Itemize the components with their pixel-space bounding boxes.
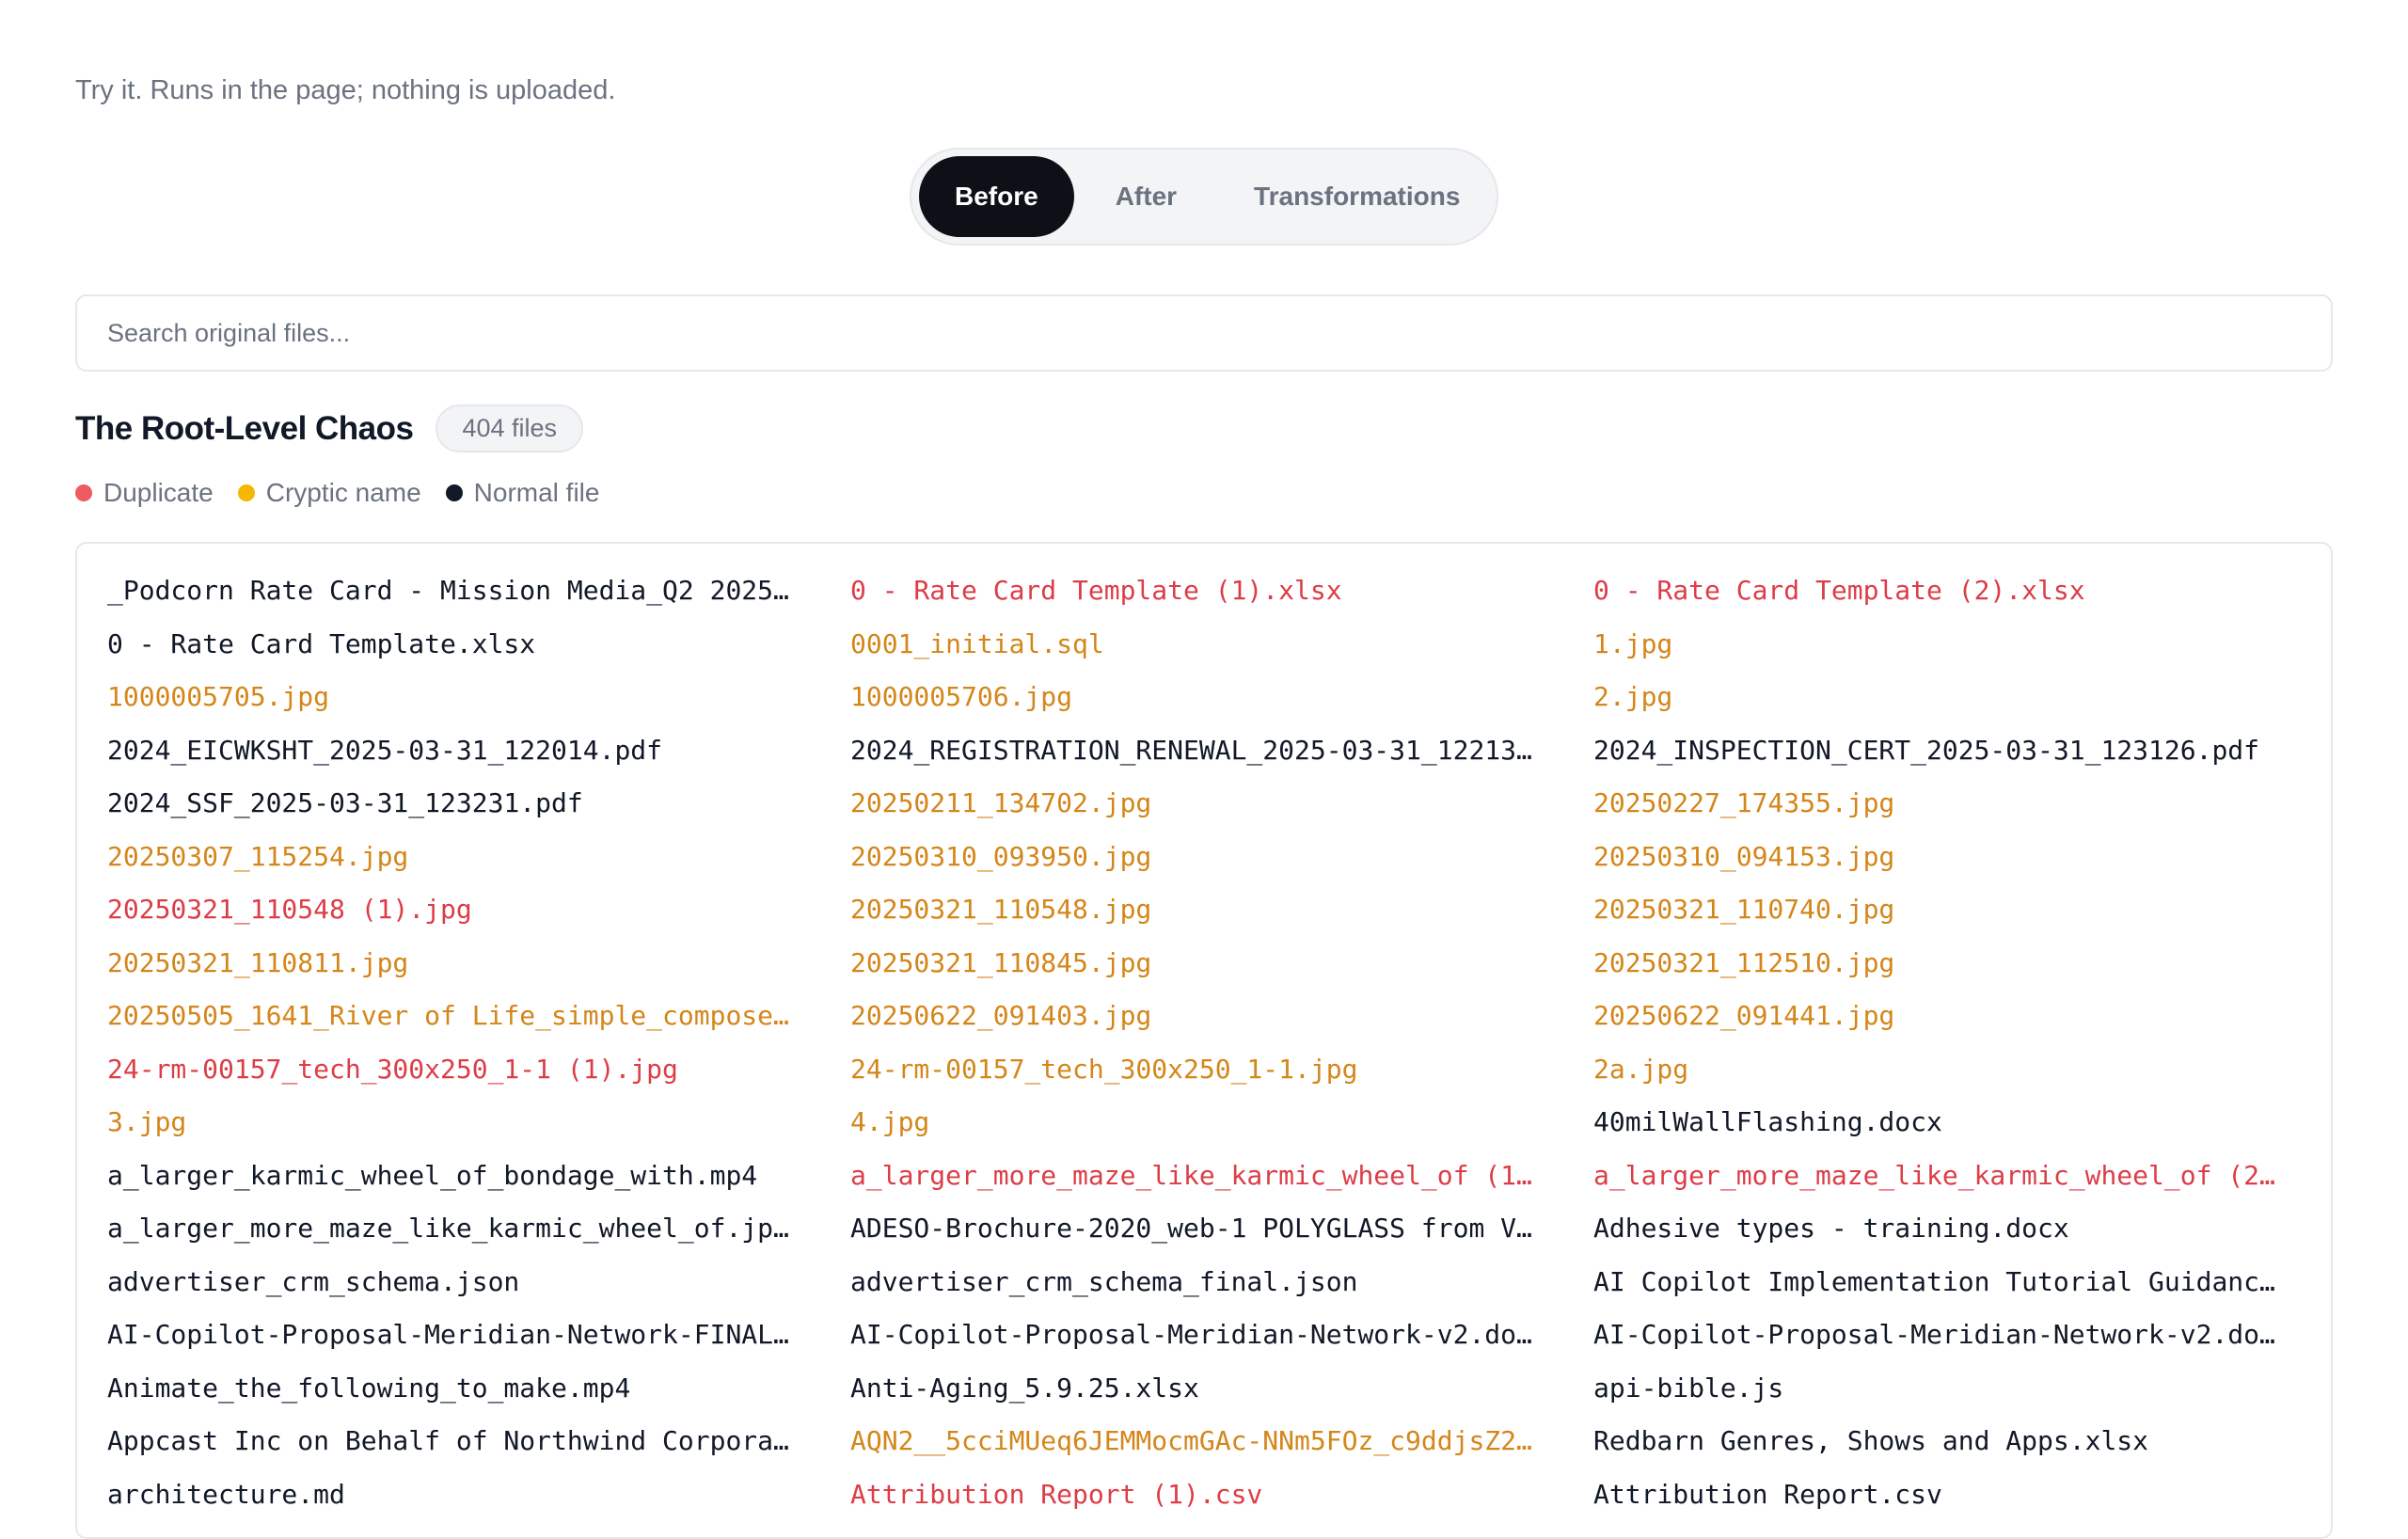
normal-dot-icon [445,484,463,501]
file-item[interactable]: 20250211_134702.jpg [850,777,1546,831]
duplicate-dot-icon [75,484,92,501]
file-item[interactable]: Appcast Inc on Behalf of Northwind Corpo… [107,1415,803,1468]
file-item[interactable]: a_larger_karmic_wheel_of_bondage_with.mp… [107,1150,803,1203]
file-item[interactable]: Redbarn Genres, Shows and Apps.xlsx [1593,1415,2289,1468]
file-item[interactable]: 0001_initial.sql [850,618,1546,672]
file-item[interactable]: 3.jpg [107,1096,803,1150]
file-item[interactable]: 20250321_110740.jpg [1593,883,2289,937]
file-item[interactable]: 20250505_1641_River of Life_simple_compo… [107,990,803,1043]
legend-item-normal: Normal file [445,478,600,508]
legend-item-cryptic: Cryptic name [237,478,421,508]
file-item[interactable]: 2024_EICWKSHT_2025-03-31_122014.pdf [107,724,803,778]
file-item[interactable]: 0 - Rate Card Template.xlsx [107,618,803,672]
file-item[interactable]: 2.jpg [1593,671,2289,724]
file-item[interactable]: 20250321_110548.jpg [850,883,1546,937]
file-item[interactable]: 20250622_091441.jpg [1593,990,2289,1043]
legend-item-duplicate: Duplicate [75,478,214,508]
view-tabs: Before After Transformations [910,148,1498,246]
page: Try it. Runs in the page; nothing is upl… [0,0,2408,1539]
legend-label: Duplicate [103,478,214,507]
file-item[interactable]: 2024_REGISTRATION_RENEWAL_2025-03-31_122… [850,724,1546,778]
section-title: The Root-Level Chaos [75,409,414,447]
file-item[interactable]: AI-Copilot-Proposal-Meridian-Network-FIN… [107,1309,803,1362]
file-item[interactable]: 20250321_110811.jpg [107,937,803,991]
tab-transformations[interactable]: Transformations [1218,156,1496,237]
file-item[interactable]: 2a.jpg [1593,1043,2289,1097]
legend-label: Normal file [473,478,600,507]
file-item[interactable]: a_larger_more_maze_like_karmic_wheel_of … [1593,1150,2289,1203]
file-item[interactable]: AI-Copilot-Proposal-Meridian-Network-v2.… [1593,1309,2289,1362]
file-item[interactable]: advertiser_crm_schema_final.json [850,1256,1546,1309]
file-item[interactable]: _Podcorn Rate Card - Mission Media_Q2 20… [107,564,803,618]
file-item[interactable]: 4.jpg [850,1096,1546,1150]
tab-after[interactable]: After [1080,156,1212,237]
file-item[interactable]: architecture.md [107,1468,803,1522]
file-item[interactable]: Animate_the_following_to_make.mp4 [107,1362,803,1416]
legend-label: Cryptic name [265,478,421,507]
section-header: The Root-Level Chaos 404 files [75,405,584,452]
file-item[interactable]: api-bible.js [1593,1362,2289,1416]
file-item[interactable]: Attribution Report (1).csv [850,1468,1546,1522]
file-item[interactable]: 2024_INSPECTION_CERT_2025-03-31_123126.p… [1593,724,2289,778]
file-item[interactable]: 20250321_112510.jpg [1593,937,2289,991]
cryptic-dot-icon [237,484,255,501]
intro-text: Try it. Runs in the page; nothing is upl… [75,75,616,105]
file-item[interactable]: 0 - Rate Card Template (2).xlsx [1593,564,2289,618]
file-item[interactable]: 24-rm-00157_tech_300x250_1-1.jpg [850,1043,1546,1097]
file-item[interactable]: 20250622_091403.jpg [850,990,1546,1043]
file-item[interactable]: 1.jpg [1593,618,2289,672]
file-item[interactable]: 1000005705.jpg [107,671,803,724]
file-item[interactable]: ADESO-Brochure-2020_web-1 POLYGLASS from… [850,1202,1546,1256]
file-item[interactable]: Anti-Aging_5.9.25.xlsx [850,1362,1546,1416]
file-item[interactable]: AI-Copilot-Proposal-Meridian-Network-v2.… [850,1309,1546,1362]
file-item[interactable]: 20250321_110548 (1).jpg [107,883,803,937]
file-item[interactable]: Adhesive types - training.docx [1593,1202,2289,1256]
file-item[interactable]: 2024_SSF_2025-03-31_123231.pdf [107,777,803,831]
file-item[interactable]: AI Copilot Implementation Tutorial Guida… [1593,1256,2289,1309]
file-item[interactable]: a_larger_more_maze_like_karmic_wheel_of.… [107,1202,803,1256]
file-count-badge: 404 files [436,405,584,452]
file-item[interactable]: 20250321_110845.jpg [850,937,1546,991]
file-item[interactable]: 20250307_115254.jpg [107,831,803,884]
file-item[interactable]: AQN2__5cciMUeq6JEMMocmGAc-NNm5FOz_c9ddjs… [850,1415,1546,1468]
file-item[interactable]: 40milWallFlashing.docx [1593,1096,2289,1150]
file-list-panel: _Podcorn Rate Card - Mission Media_Q2 20… [75,542,2333,1539]
file-item[interactable]: advertiser_crm_schema.json [107,1256,803,1309]
search-input[interactable] [75,294,2333,372]
file-grid: _Podcorn Rate Card - Mission Media_Q2 20… [107,564,2308,1521]
file-item[interactable]: 20250310_093950.jpg [850,831,1546,884]
file-item[interactable]: 1000005706.jpg [850,671,1546,724]
file-item[interactable]: Attribution Report.csv [1593,1468,2289,1522]
file-item[interactable]: 20250227_174355.jpg [1593,777,2289,831]
file-item[interactable]: 0 - Rate Card Template (1).xlsx [850,564,1546,618]
file-item[interactable]: a_larger_more_maze_like_karmic_wheel_of … [850,1150,1546,1203]
file-item[interactable]: 20250310_094153.jpg [1593,831,2289,884]
file-item[interactable]: 24-rm-00157_tech_300x250_1-1 (1).jpg [107,1043,803,1097]
tab-before[interactable]: Before [919,156,1074,237]
legend: Duplicate Cryptic name Normal file [75,478,599,508]
